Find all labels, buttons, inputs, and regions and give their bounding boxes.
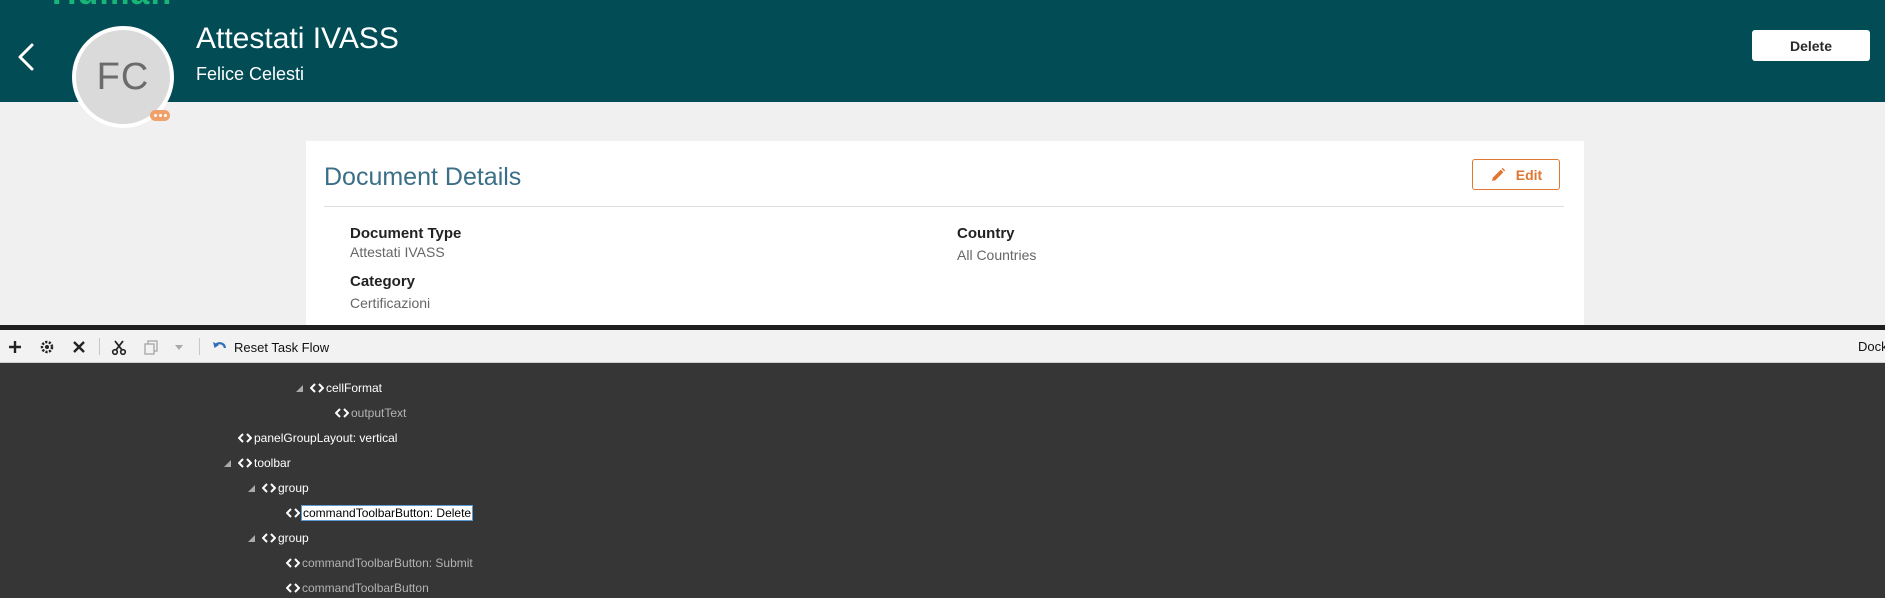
component-tree: cellFormat outputText panelGroupLayout: …: [0, 363, 1885, 598]
toolbar-separator: [99, 338, 100, 355]
document-type-label: Document Type: [350, 225, 462, 242]
expand-triangle-icon: [296, 385, 303, 392]
tree-node-selected[interactable]: commandToolbarButton: Delete: [286, 503, 474, 523]
expand-triangle-icon: [248, 535, 255, 542]
tree-node[interactable]: cellFormat: [295, 378, 382, 398]
tree-node[interactable]: panelGroupLayout: vertical: [238, 428, 397, 448]
undo-icon: [213, 342, 227, 349]
tree-node-label: group: [278, 531, 309, 545]
cut-icon[interactable]: [110, 338, 128, 356]
expand-triangle-icon: [248, 485, 255, 492]
tree-node[interactable]: outputText: [335, 403, 406, 423]
tree-node-label: panelGroupLayout: vertical: [254, 431, 398, 445]
document-type-value: Attestati IVASS: [350, 244, 445, 260]
tag-icon: [335, 408, 349, 418]
category-value: Certificazioni: [350, 295, 431, 311]
page-title: Attestati IVASS: [196, 22, 399, 55]
add-icon[interactable]: [6, 338, 24, 356]
tree-node[interactable]: group: [247, 478, 309, 498]
delete-button[interactable]: Delete: [1752, 30, 1870, 61]
country-label: Country: [957, 225, 1015, 242]
remove-icon[interactable]: [70, 338, 88, 356]
edit-button[interactable]: Edit: [1472, 159, 1560, 190]
toolbar-separator: [199, 338, 200, 355]
pencil-icon: [1491, 167, 1505, 181]
tag-icon: [238, 433, 252, 443]
brand-logo: Human: [52, 0, 172, 13]
tree-node[interactable]: toolbar: [223, 453, 291, 473]
tag-icon: [262, 533, 276, 543]
settings-icon[interactable]: [38, 338, 56, 356]
document-details-card: Document Details Edit Document Type Atte…: [306, 141, 1584, 326]
dropdown-icon[interactable]: [170, 338, 188, 356]
tree-node-label: commandToolbarButton: Submit: [302, 556, 473, 570]
tree-node[interactable]: commandToolbarButton: Submit: [286, 553, 473, 573]
page-subtitle: Felice Celesti: [196, 64, 305, 84]
app-header: Human Attestati IVASS Felice Celesti Del…: [0, 0, 1885, 102]
tag-icon: [286, 583, 300, 593]
divider: [324, 206, 1564, 207]
tag-icon: [310, 383, 324, 393]
edit-label: Edit: [1515, 166, 1543, 183]
tag-icon: [262, 483, 276, 493]
chevron-left-icon: [18, 43, 34, 71]
tree-node[interactable]: group: [247, 528, 309, 548]
tag-icon: [238, 458, 252, 468]
tag-icon: [286, 508, 300, 518]
dock-button[interactable]: Dock: [1858, 339, 1885, 354]
card-title: Document Details: [324, 163, 522, 191]
back-button[interactable]: [12, 40, 42, 74]
expand-triangle-icon: [224, 460, 231, 467]
devtools-toolbar: Reset Task Flow Dock: [0, 330, 1885, 363]
tag-icon: [286, 558, 300, 568]
tree-node-label: cellFormat: [326, 381, 383, 395]
tree-node-label: toolbar: [254, 456, 291, 470]
tree-node[interactable]: commandToolbarButton: [286, 578, 429, 598]
tree-node-label: outputText: [351, 406, 407, 420]
more-badge-icon[interactable]: [150, 110, 170, 121]
country-value: All Countries: [957, 247, 1037, 263]
reset-task-flow-label: Reset Task Flow: [234, 339, 330, 355]
avatar-initials: FC: [96, 55, 150, 98]
reset-task-flow-button[interactable]: Reset Task Flow: [212, 337, 329, 357]
category-label: Category: [350, 273, 416, 290]
tree-node-label: group: [278, 481, 309, 495]
tree-node-label: commandToolbarButton: Delete: [300, 505, 474, 521]
tree-node-label: commandToolbarButton: [302, 581, 429, 595]
copy-icon[interactable]: [142, 338, 160, 356]
